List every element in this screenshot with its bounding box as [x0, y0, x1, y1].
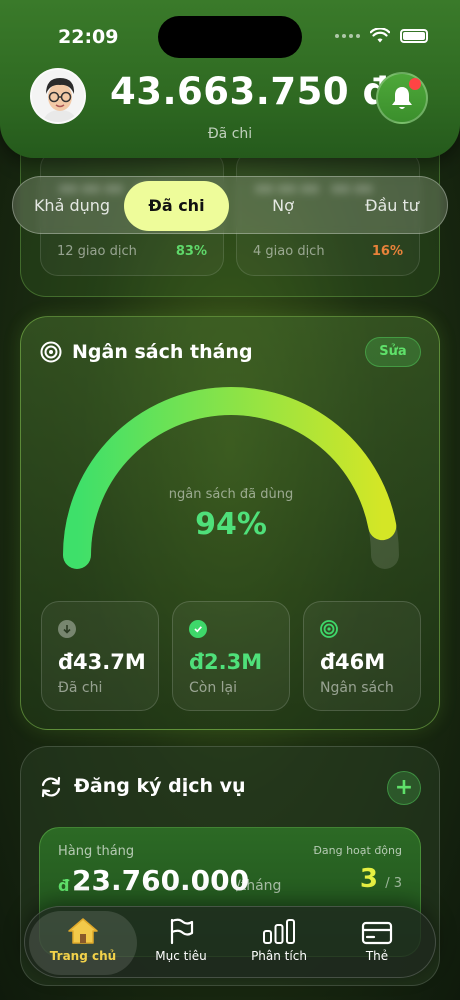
stat-budget[interactable]: đ46M Ngân sách: [303, 601, 421, 711]
sync-icon: [41, 776, 61, 798]
currency-symbol: đ: [58, 876, 70, 895]
nav-label: Phân tích: [251, 949, 307, 963]
stat-label: Còn lại: [189, 680, 238, 696]
gauge-percent: 94%: [195, 507, 267, 542]
stat-value: đ43.7M: [58, 650, 146, 674]
flag-icon: [170, 918, 194, 945]
signal-icon: [335, 34, 360, 38]
gauge-caption: ngân sách đã dùng: [168, 487, 294, 502]
status-icons: [335, 28, 428, 44]
active-status-label: Đang hoạt động: [313, 844, 402, 857]
budget-title: Ngân sách tháng: [72, 341, 253, 363]
bell-icon: [392, 87, 412, 109]
bottom-nav: Trang chủ Mục tiêu Phân tích Thẻ: [24, 906, 436, 978]
nav-analytics[interactable]: Phân tích: [229, 911, 329, 975]
total-count: / 3: [385, 876, 402, 891]
stat-label: Đã chi: [58, 680, 103, 696]
home-icon: [68, 918, 98, 944]
check-icon: [189, 620, 207, 638]
active-count: 3: [359, 864, 378, 894]
stat-value: đ2.3M: [189, 650, 263, 674]
tab-available[interactable]: Khả dụng: [17, 181, 127, 231]
avatar-illustration: [32, 70, 84, 122]
tab-debt[interactable]: Nợ: [233, 181, 333, 231]
summary-card-percent: 83%: [175, 244, 207, 259]
nav-label: Mục tiêu: [155, 949, 207, 963]
nav-label: Thẻ: [365, 949, 389, 963]
balance-amount: 43.663.750 đ: [110, 70, 390, 113]
add-subscription-button[interactable]: +: [387, 771, 421, 805]
stat-spent[interactable]: đ43.7M Đã chi: [41, 601, 159, 711]
nav-cards[interactable]: Thẻ: [327, 911, 427, 975]
segment-tabs: Khả dụng Đã chi Nợ Đầu tư: [12, 176, 448, 234]
summary-card-percent: 16%: [371, 244, 403, 259]
balance-caption: Đã chi: [207, 126, 253, 142]
nav-home[interactable]: Trang chủ: [29, 911, 137, 975]
arrow-down-icon: [58, 620, 76, 638]
monthly-amount: 23.760.000: [72, 864, 250, 897]
nav-goals[interactable]: Mục tiêu: [131, 911, 231, 975]
budget-gauge: [63, 387, 399, 569]
monthly-unit: /tháng: [236, 878, 282, 894]
battery-icon: [400, 29, 428, 43]
nav-label: Trang chủ: [49, 949, 117, 963]
summary-card-count: 4 giao dịch: [253, 244, 325, 259]
notification-dot: [409, 78, 421, 90]
stat-remaining[interactable]: đ2.3M Còn lại: [172, 601, 290, 711]
target-icon: [40, 341, 62, 363]
edit-budget-button[interactable]: Sửa: [365, 337, 421, 367]
card-icon: [361, 921, 393, 945]
status-time: 22:09: [58, 26, 119, 48]
bar-chart-icon: [263, 919, 295, 944]
notification-button[interactable]: [376, 72, 428, 124]
tab-investment[interactable]: Đầu tư: [339, 181, 445, 231]
avatar[interactable]: [30, 68, 86, 124]
budget-card: Ngân sách tháng Sửa ngân sách đã dùng 94…: [20, 316, 440, 730]
subscriptions-title: Đăng ký dịch vụ: [74, 775, 246, 797]
dynamic-island: [158, 16, 302, 58]
target-icon: [320, 620, 338, 638]
wifi-icon: [370, 28, 390, 43]
header-panel: 22:09 43.663.750 đ Đã chi: [0, 0, 460, 158]
monthly-label: Hàng tháng: [58, 844, 135, 859]
stat-label: Ngân sách: [320, 680, 394, 696]
summary-card-count: 12 giao dịch: [57, 244, 137, 259]
stat-value: đ46M: [320, 650, 386, 674]
tab-spent[interactable]: Đã chi: [124, 181, 229, 231]
